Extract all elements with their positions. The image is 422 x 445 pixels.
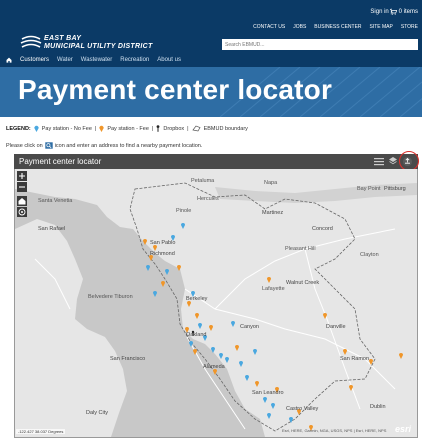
place-label: Oakland — [186, 332, 207, 338]
contact-us-link[interactable]: CONTACT US — [253, 24, 285, 30]
business-center-link[interactable]: BUSINESS CENTER — [314, 24, 361, 30]
place-label: Pleasant Hill — [285, 246, 316, 252]
nav-customers[interactable]: Customers — [20, 57, 49, 63]
map-legend: LEGEND: Pay station - No Fee | Pay stati… — [6, 125, 248, 132]
place-label: San Pablo — [150, 240, 176, 246]
instructions-after: icon and enter an address to find a near… — [54, 142, 203, 149]
place-label: Castro Valley — [286, 406, 319, 412]
page-title: Payment center locator — [18, 74, 333, 105]
pin-fee-icon — [99, 125, 105, 132]
place-label: Petaluma — [191, 178, 215, 184]
main-nav: Customers Water Wastewater Recreation Ab… — [6, 57, 181, 63]
logo-text-east-bay: EAST BAY — [44, 35, 82, 42]
map-attribution: Esri, HERE, Garmin, NGA, USGS, NPS | Esr… — [282, 428, 387, 433]
nav-water[interactable]: Water — [57, 57, 73, 63]
utility-nav: CONTACT US JOBS BUSINESS CENTER SITE MAP… — [253, 24, 418, 30]
home-icon[interactable] — [17, 196, 27, 206]
place-label: Daly City — [86, 410, 109, 416]
place-label: Berkeley — [186, 296, 208, 302]
zoom-out-button[interactable] — [17, 182, 27, 192]
legend-boundary: EBMUD boundary — [203, 125, 248, 132]
nav-about-us[interactable]: About us — [157, 57, 181, 63]
place-label: Pittsburg — [384, 186, 406, 192]
map-title: Payment center locator — [19, 157, 102, 166]
legend-label: LEGEND: — [6, 125, 31, 132]
place-label: Hercules — [197, 196, 219, 202]
place-label: San Francisco — [110, 356, 146, 362]
locate-icon[interactable] — [17, 207, 27, 217]
place-label: Richmond — [150, 251, 175, 257]
place-label: Martinez — [262, 210, 284, 216]
cart-link[interactable]: 0 items — [389, 9, 418, 15]
list-icon[interactable] — [374, 157, 384, 166]
legend-sep: | — [151, 125, 154, 132]
search-address-icon — [44, 142, 53, 149]
dropbox-icon — [156, 125, 160, 132]
legend-fee: Pay station - Fee — [107, 125, 149, 132]
cart-icon — [389, 9, 397, 15]
legend-sep: | — [187, 125, 189, 132]
place-label: San Ramon — [340, 356, 370, 362]
home-nav-icon[interactable] — [6, 57, 12, 63]
place-label: San Rafael — [38, 226, 66, 232]
place-label: San Leandro — [252, 390, 284, 396]
layers-icon[interactable] — [388, 156, 398, 166]
place-label: Bay Point — [357, 186, 381, 192]
nav-recreation[interactable]: Recreation — [120, 57, 149, 63]
place-label: Pinole — [176, 208, 192, 214]
instructions: Please click on icon and enter an addres… — [6, 142, 202, 149]
place-label: Belvedere Tiburon — [88, 294, 133, 300]
pin-nofee-icon — [34, 125, 39, 132]
place-label: Walnut Creek — [286, 280, 320, 286]
site-map-link[interactable]: SITE MAP — [370, 24, 393, 30]
jobs-link[interactable]: JOBS — [293, 24, 306, 30]
site-search-input[interactable] — [222, 39, 418, 50]
ebmud-logo-icon[interactable] — [20, 35, 42, 49]
logo-text-district: MUNICIPAL UTILITY DISTRICT — [44, 43, 153, 50]
place-label: Lafayette — [262, 286, 285, 292]
place-label: Concord — [312, 226, 333, 232]
place-label: Santa Venetia — [38, 198, 73, 204]
store-link[interactable]: STORE — [401, 24, 418, 30]
instructions-before: Please click on — [6, 142, 43, 149]
esri-logo[interactable]: esri — [395, 424, 411, 434]
place-label: Canyon — [240, 324, 259, 330]
place-label: Dublin — [370, 404, 386, 410]
map-canvas[interactable] — [15, 169, 417, 437]
boundary-icon — [191, 125, 201, 132]
nav-wastewater[interactable]: Wastewater — [81, 57, 112, 63]
legend-dropbox: Dropbox — [163, 125, 185, 132]
place-label: Alameda — [203, 364, 225, 370]
place-label: Clayton — [360, 252, 379, 258]
place-label: Napa — [264, 180, 278, 186]
place-label: Danville — [326, 324, 346, 330]
legend-nofee: Pay station - No Fee — [41, 125, 92, 132]
zoom-in-button[interactable] — [17, 171, 27, 181]
legend-sep: | — [94, 125, 97, 132]
cart-count: 0 items — [398, 9, 418, 15]
coordinate-readout: -122.427 38.037 Degrees — [16, 429, 66, 434]
